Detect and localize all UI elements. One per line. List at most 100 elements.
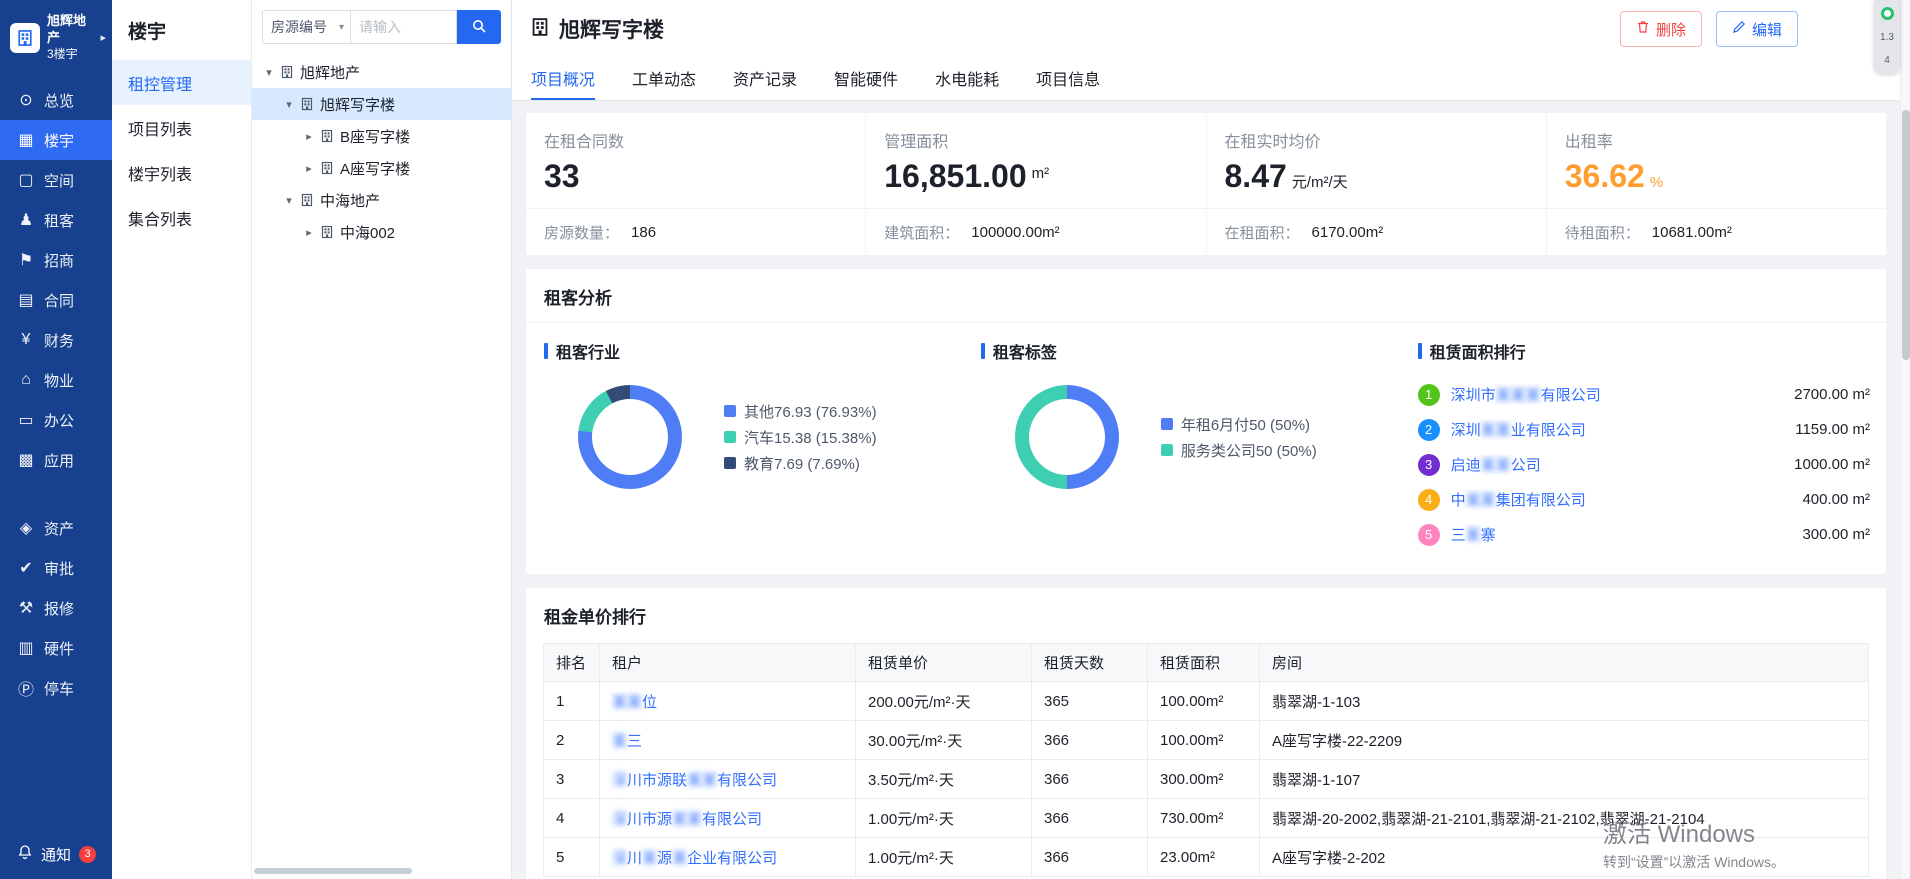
sidebar-item-property[interactable]: ⌂物业 bbox=[0, 360, 112, 400]
tree-node[interactable]: ▾中海地产 bbox=[252, 184, 511, 216]
legend-swatch bbox=[1161, 444, 1173, 456]
sidebar-item-tenant[interactable]: ♟租客 bbox=[0, 200, 112, 240]
overview-icon: ⊙ bbox=[17, 90, 35, 110]
tenant-link[interactable]: 深圳市某某某有限公司 bbox=[1451, 384, 1784, 405]
submenu-item[interactable]: 楼宇列表 bbox=[112, 150, 251, 195]
submenu-item[interactable]: 集合列表 bbox=[112, 195, 251, 240]
stat-unit: % bbox=[1650, 174, 1663, 191]
main-area: 旭辉写字楼 删除 编辑 项目概况工单动态资产记录智能硬件水电能耗项目信息 bbox=[512, 0, 1910, 879]
edit-button[interactable]: 编辑 bbox=[1716, 11, 1798, 47]
sidebar-item-approval[interactable]: ✔审批 bbox=[0, 548, 112, 588]
sidebar-item-finance[interactable]: ¥财务 bbox=[0, 320, 112, 360]
cell-rooms: 翡翠湖-1-107 bbox=[1260, 760, 1869, 799]
caret-right-icon[interactable]: ▸ bbox=[300, 226, 318, 239]
contract-icon: ▤ bbox=[17, 290, 35, 310]
tab-1[interactable]: 工单动态 bbox=[632, 58, 696, 100]
tab-3[interactable]: 智能硬件 bbox=[834, 58, 898, 100]
tree-node[interactable]: ▾旭辉写字楼 bbox=[252, 88, 511, 120]
watermark-line2: 转到“设置”以激活 Windows。 bbox=[1603, 852, 1785, 872]
scrollbar-thumb[interactable] bbox=[254, 868, 412, 874]
tenant-link[interactable]: 深川市源某某有限公司 bbox=[612, 811, 762, 828]
caret-right-icon[interactable]: ▸ bbox=[300, 162, 318, 175]
legend-label: 其他76.93 (76.93%) bbox=[744, 401, 877, 422]
delete-button[interactable]: 删除 bbox=[1620, 11, 1702, 47]
tenant-link[interactable]: 三某寨 bbox=[1451, 524, 1793, 545]
cell-rank: 3 bbox=[544, 760, 600, 799]
sidebar-item-space[interactable]: ▢空间 bbox=[0, 160, 112, 200]
tree-node[interactable]: ▾旭辉地产 bbox=[252, 56, 511, 88]
horizontal-scrollbar[interactable] bbox=[252, 868, 511, 874]
caret-right-icon[interactable]: ▸ bbox=[300, 130, 318, 143]
sidebar-item-assets[interactable]: ◈资产 bbox=[0, 508, 112, 548]
tenant-link[interactable]: 启迪某某公司 bbox=[1451, 454, 1784, 475]
stat-label: 出租率 bbox=[1565, 128, 1886, 152]
area-rank-column: 租赁面积排行 1深圳市某某某有限公司2700.00 m²2深圳某某业有限公司11… bbox=[1400, 339, 1886, 552]
cell-tenant: 某某位 bbox=[600, 682, 856, 721]
industry-column: 租客行业 其他76.93 (76.93%)汽车15.38 (15.38%)教育7… bbox=[526, 339, 963, 552]
sidebar-item-label: 招商 bbox=[44, 250, 74, 271]
bell-icon bbox=[17, 844, 33, 864]
tenant-link[interactable]: 深川某源某企业有限公司 bbox=[612, 850, 777, 867]
legend-swatch bbox=[724, 457, 736, 469]
sidebar-item-overview[interactable]: ⊙总览 bbox=[0, 80, 112, 120]
sidebar-item-parking[interactable]: Ⓟ停车 bbox=[0, 668, 112, 708]
sidebar-item-office[interactable]: ▭办公 bbox=[0, 400, 112, 440]
redacted-text: 某某 bbox=[1481, 422, 1511, 439]
tab-4[interactable]: 水电能耗 bbox=[935, 58, 999, 100]
caret-down-icon[interactable]: ▾ bbox=[280, 98, 298, 111]
sidebar-item-contract[interactable]: ▤合同 bbox=[0, 280, 112, 320]
watermark-line1: 激活 Windows bbox=[1603, 814, 1785, 849]
redacted-text: 深 bbox=[612, 811, 627, 828]
substat-label: 建筑面积： bbox=[884, 222, 959, 243]
submenu-item[interactable]: 项目列表 bbox=[112, 105, 251, 150]
redacted-text: 某某 bbox=[687, 772, 717, 789]
cell-tenant: 深川某源某企业有限公司 bbox=[600, 838, 856, 877]
sidebar-item-building[interactable]: ▦楼宇 bbox=[0, 120, 112, 160]
column-header: 租赁天数 bbox=[1032, 644, 1148, 682]
tenant-link[interactable]: 中某某集团有限公司 bbox=[1451, 489, 1793, 510]
tree-search-bar: 房源编号 ▾ bbox=[252, 0, 511, 56]
name-text: 三 bbox=[1451, 527, 1466, 544]
redacted-text: 某某 bbox=[672, 811, 702, 828]
caret-down-icon[interactable]: ▾ bbox=[260, 66, 278, 79]
stats-row: 在租合同数33管理面积16,851.00m²在租实时均价8.47元/m²/天出租… bbox=[526, 113, 1886, 208]
tenant-link[interactable]: 某某位 bbox=[612, 694, 657, 711]
sidebar-item-apps[interactable]: ▩应用 bbox=[0, 440, 112, 480]
sidebar-item-recruit[interactable]: ⚑招商 bbox=[0, 240, 112, 280]
finance-icon: ¥ bbox=[17, 331, 35, 349]
tenant-link[interactable]: 深川市源联某某有限公司 bbox=[612, 772, 777, 789]
vertical-scrollbar[interactable] bbox=[1900, 0, 1910, 879]
caret-down-icon[interactable]: ▾ bbox=[280, 194, 298, 207]
table-row: 1某某位200.00元/m²·天365100.00m²翡翠湖-1-103 bbox=[544, 682, 1869, 721]
filter-type-select[interactable]: 房源编号 ▾ bbox=[262, 10, 350, 44]
tree-node[interactable]: ▸B座写字楼 bbox=[252, 120, 511, 152]
sidebar-item-notifications[interactable]: 通知 3 bbox=[0, 833, 112, 875]
brand[interactable]: 旭辉地产 3楼宇 ▸ bbox=[0, 0, 112, 72]
sidebar-item-repair[interactable]: ⚒报修 bbox=[0, 588, 112, 628]
search-input[interactable] bbox=[350, 10, 457, 44]
tenant-link[interactable]: 某三 bbox=[612, 733, 642, 750]
tree-node[interactable]: ▸中海002 bbox=[252, 216, 511, 248]
cell-days: 365 bbox=[1032, 682, 1148, 721]
tenant-link[interactable]: 深圳某某业有限公司 bbox=[1451, 419, 1786, 440]
tree-node[interactable]: ▸A座写字楼 bbox=[252, 152, 511, 184]
office-icon: ▭ bbox=[17, 410, 35, 430]
stat-cell: 管理面积16,851.00m² bbox=[866, 113, 1206, 208]
legend-swatch bbox=[724, 431, 736, 443]
industry-chart-wrap: 其他76.93 (76.93%)汽车15.38 (15.38%)教育7.69 (… bbox=[544, 385, 963, 489]
table-row: 3深川市源联某某有限公司3.50元/m²·天366300.00m²翡翠湖-1-1… bbox=[544, 760, 1869, 799]
main-tabs: 项目概况工单动态资产记录智能硬件水电能耗项目信息 bbox=[512, 58, 1910, 101]
sidebar-menu-bottom: ◈资产✔审批⚒报修▥硬件Ⓟ停车 bbox=[0, 508, 112, 708]
column-header: 排名 bbox=[544, 644, 600, 682]
brand-building-icon bbox=[10, 23, 40, 53]
scrollbar-thumb[interactable] bbox=[1902, 110, 1910, 360]
tab-5[interactable]: 项目信息 bbox=[1036, 58, 1100, 100]
sidebar-item-hardware[interactable]: ▥硬件 bbox=[0, 628, 112, 668]
search-button[interactable] bbox=[457, 10, 501, 44]
tab-2[interactable]: 资产记录 bbox=[733, 58, 797, 100]
submenu-item[interactable]: 租控管理 bbox=[112, 60, 251, 105]
tab-0[interactable]: 项目概况 bbox=[531, 58, 595, 100]
redacted-text: 某某 bbox=[1481, 457, 1511, 474]
tag-subtitle: 租客标签 bbox=[981, 339, 1400, 363]
rank-area-value: 1159.00 m² bbox=[1795, 421, 1870, 438]
